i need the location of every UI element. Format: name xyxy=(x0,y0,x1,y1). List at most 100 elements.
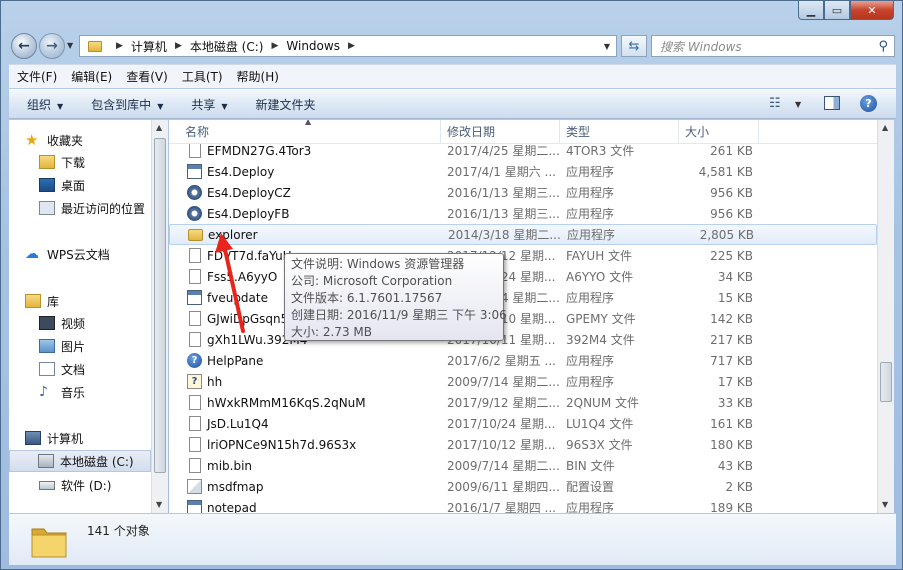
column-size[interactable]: 大小 xyxy=(679,120,759,144)
scroll-down-icon[interactable]: ▼ xyxy=(156,500,162,509)
scroll-up-icon[interactable]: ▲ xyxy=(156,123,162,132)
file-row[interactable]: FDVT7d.faYuH2017/12/12 星期...FAYUH 文件225 … xyxy=(169,245,877,266)
file-date: 2017/4/1 星期六 ... xyxy=(447,165,556,179)
nav-libraries[interactable]: 库 xyxy=(9,290,151,312)
nav-disk-c[interactable]: 本地磁盘 (C:) xyxy=(9,450,151,472)
search-input[interactable]: 搜索 Windows xyxy=(660,38,742,55)
share-label: 共享 xyxy=(191,97,216,112)
breadcrumb-separator-icon[interactable]: ▶ xyxy=(271,41,278,51)
file-size: 2,805 KB xyxy=(699,227,754,242)
file-list-scrollbar[interactable]: ▲ ▼ xyxy=(877,120,894,513)
config-file-icon xyxy=(187,479,202,494)
nav-recent[interactable]: 最近访问的位置 xyxy=(9,197,151,219)
file-row[interactable]: explorer 2014/3/18 星期二... 应用程序 2,805 KB xyxy=(169,224,877,245)
close-button[interactable]: ✕ xyxy=(850,1,894,20)
address-dropdown-icon[interactable]: ▼ xyxy=(604,42,610,51)
minimize-button[interactable]: ▁ xyxy=(798,1,824,20)
breadcrumb-separator-icon[interactable]: ▶ xyxy=(116,41,123,51)
nav-favorites-label: 收藏夹 xyxy=(47,133,84,148)
document-icon xyxy=(189,416,201,431)
preview-pane-icon[interactable] xyxy=(824,96,840,110)
menu-file[interactable]: 文件(F) xyxy=(17,68,57,85)
include-library-button[interactable]: 包含到库中 ▼ xyxy=(91,96,163,113)
file-tooltip: 文件说明: Windows 资源管理器 公司: Microsoft Corpor… xyxy=(284,253,507,341)
scroll-up-icon[interactable]: ▲ xyxy=(882,123,888,132)
scroll-down-icon[interactable]: ▼ xyxy=(882,500,888,509)
nav-favorites[interactable]: ★ 收藏夹 xyxy=(9,129,151,151)
document-icon xyxy=(189,248,201,263)
file-row[interactable]: hWxkRMmM16KqS.2qNuM 2017/9/12 星期二... 2QNUM… xyxy=(169,392,877,413)
nav-disk-d[interactable]: 软件 (D:) xyxy=(9,474,151,496)
column-date[interactable]: 修改日期 xyxy=(441,120,560,144)
file-row[interactable]: Fss5.A6yyO2017/10/24 星期...A6YYO 文件34 KB xyxy=(169,266,877,287)
file-name-cell: Es4.DeployCZ xyxy=(187,185,437,200)
file-date: 2017/4/25 星期二... xyxy=(447,144,560,158)
menu-help[interactable]: 帮助(H) xyxy=(237,68,279,85)
nav-wps-cloud[interactable]: ☁ WPS云文档 xyxy=(9,243,151,265)
file-type: BIN 文件 xyxy=(566,459,615,473)
file-row[interactable]: GJwiDpGsqn5.GPemy2017/10/10 星期...GPEMY 文… xyxy=(169,308,877,329)
breadcrumb-separator-icon[interactable]: ▶ xyxy=(175,41,182,51)
menu-tools[interactable]: 工具(T) xyxy=(182,68,223,85)
file-row[interactable]: Es4.DeployCZ 2016/1/13 星期三... 应用程序 956 KB xyxy=(169,182,877,203)
nav-videos[interactable]: 视频 xyxy=(9,312,151,334)
back-button[interactable]: ← xyxy=(11,33,37,59)
search-box[interactable]: 搜索 Windows ⚲ xyxy=(651,35,895,57)
file-row[interactable]: Es4.DeployFB 2016/1/13 星期三... 应用程序 956 KB xyxy=(169,203,877,224)
file-type: FAYUH 文件 xyxy=(566,249,633,263)
breadcrumb-computer[interactable]: 计算机 xyxy=(131,38,167,55)
refresh-button[interactable]: ⇆ xyxy=(621,35,647,57)
change-view-icon[interactable]: ☷ xyxy=(769,96,781,111)
file-row[interactable]: fveupdate2009/7/14 星期二...应用程序15 KB xyxy=(169,287,877,308)
recent-pages-dropdown[interactable]: ▼ xyxy=(67,41,73,50)
maximize-button[interactable]: ▭ xyxy=(824,1,850,20)
arrow-shaft xyxy=(222,243,245,333)
file-row[interactable]: notepad 2016/1/7 星期四 ... 应用程序 189 KB xyxy=(169,497,877,513)
help-icon[interactable]: ? xyxy=(860,95,877,112)
address-bar[interactable]: ▶ 计算机 ▶ 本地磁盘 (C:) ▶ Windows ▶ ▼ xyxy=(79,35,617,57)
share-button[interactable]: 共享 ▼ xyxy=(191,96,227,113)
breadcrumb-disk-c[interactable]: 本地磁盘 (C:) xyxy=(190,38,264,55)
menu-edit[interactable]: 编辑(E) xyxy=(71,68,112,85)
file-row[interactable]: Es4.Deploy 2017/4/1 星期六 ... 应用程序 4,581 KB xyxy=(169,161,877,182)
file-name: mib.bin xyxy=(207,458,253,473)
scrollbar-thumb[interactable] xyxy=(154,138,166,473)
document-icon xyxy=(189,269,201,284)
nav-music[interactable]: ♪ 音乐 xyxy=(9,381,151,403)
organize-button[interactable]: 组织 ▼ xyxy=(27,96,63,113)
search-icon[interactable]: ⚲ xyxy=(878,39,888,54)
file-row[interactable]: JsD.Lu1Q4 2017/10/24 星期... LU1Q4 文件 161 KB xyxy=(169,413,877,434)
application-icon xyxy=(187,500,202,513)
tooltip-size: 大小: 2.73 MB xyxy=(291,325,372,339)
file-row[interactable]: lriOPNCe9N15h7d.96S3x 2017/10/12 星期... 96S… xyxy=(169,434,877,455)
file-row[interactable]: ? HelpPane 2017/6/2 星期五 ... 应用程序 717 KB xyxy=(169,350,877,371)
column-type[interactable]: 类型 xyxy=(560,120,679,144)
chevron-down-icon: ▼ xyxy=(221,101,228,111)
column-name[interactable]: 名称 xyxy=(179,120,441,144)
view-options-dropdown[interactable]: ▼ xyxy=(795,100,801,109)
scrollbar-thumb[interactable] xyxy=(880,362,892,402)
breadcrumb-separator-icon[interactable]: ▶ xyxy=(348,41,355,51)
file-name-cell: JsD.Lu1Q4 xyxy=(187,416,437,431)
nav-pictures[interactable]: 图片 xyxy=(9,335,151,357)
nav-music-label: 音乐 xyxy=(61,385,86,400)
nav-recent-label: 最近访问的位置 xyxy=(61,201,146,216)
file-row[interactable]: gXh1LWu.392M42017/10/11 星期...392M4 文件217… xyxy=(169,329,877,350)
drive-icon xyxy=(39,480,55,490)
nav-desktop[interactable]: 桌面 xyxy=(9,174,151,196)
file-size: 2 KB xyxy=(725,479,753,494)
tooltip-created: 创建日期: 2016/11/9 星期三 下午 3:06 xyxy=(291,308,507,322)
file-date: 2017/10/12 星期... xyxy=(447,438,556,452)
nav-downloads[interactable]: 下载 xyxy=(9,151,151,173)
file-row[interactable]: ? hh 2009/7/14 星期二... 应用程序 17 KB xyxy=(169,371,877,392)
new-folder-button[interactable]: 新建文件夹 xyxy=(256,96,316,113)
forward-button[interactable]: → xyxy=(39,33,65,59)
caption-buttons: ▁ ▭ ✕ xyxy=(798,1,894,20)
nav-computer[interactable]: 计算机 xyxy=(9,427,151,449)
breadcrumb-windows[interactable]: Windows xyxy=(286,39,340,53)
file-row[interactable]: msdfmap 2009/6/11 星期四... 配置设置 2 KB xyxy=(169,476,877,497)
navigation-pane-scrollbar[interactable]: ▲ ▼ xyxy=(151,120,168,513)
file-row[interactable]: mib.bin 2009/7/14 星期二... BIN 文件 43 KB xyxy=(169,455,877,476)
menu-view[interactable]: 查看(V) xyxy=(126,68,168,85)
nav-documents[interactable]: 文档 xyxy=(9,358,151,380)
